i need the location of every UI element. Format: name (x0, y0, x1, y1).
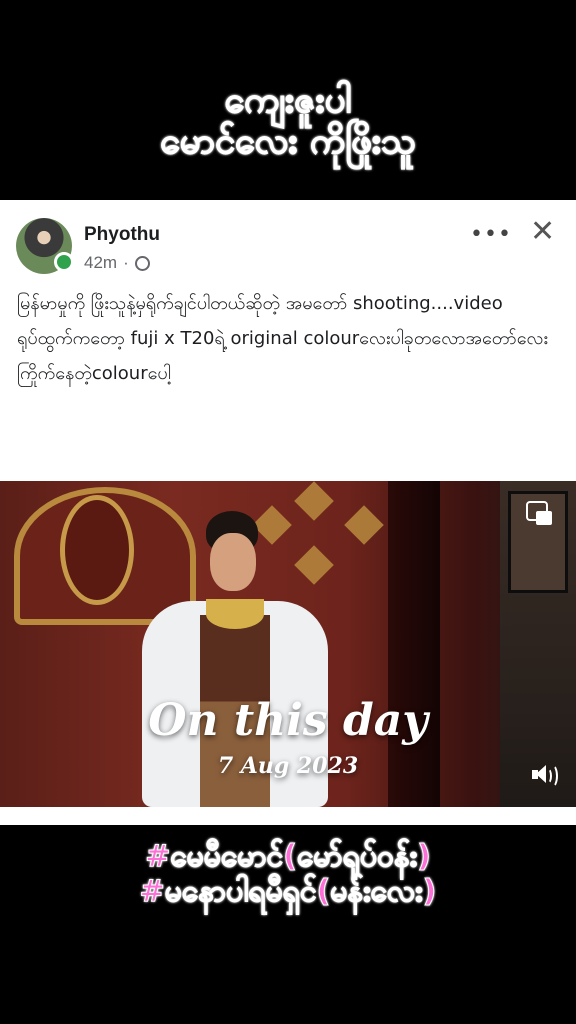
post-footer-strip (0, 807, 576, 825)
top-caption-line1: ကျေးဇူးပါ (224, 79, 352, 121)
avatar[interactable] (16, 218, 74, 274)
globe-icon (134, 255, 150, 271)
bottom-caption-line2: #မနောပါရမီရှင်(မန်းလေး) (139, 873, 437, 909)
post-author[interactable]: Phyothu (84, 224, 160, 246)
on-this-day-date: 7 Aug 2023 (217, 753, 359, 779)
ornate-mirror (60, 495, 134, 605)
on-this-day-title: On this day (148, 695, 428, 746)
top-caption-line2: မောင်လေး ကိုဖြိုးသူ (160, 121, 417, 163)
video-player[interactable]: On this day 7 Aug 2023 (0, 481, 576, 807)
picture-in-picture-icon[interactable] (526, 501, 554, 527)
online-status-dot (54, 252, 74, 272)
speaker-icon[interactable] (532, 763, 558, 788)
wall-ornament (344, 505, 384, 545)
bottom-caption: #မေမီမောင်(မော်ရုပ်ဝန်း) #မနောပါရမီရှင်(… (0, 839, 576, 909)
post-meta: 42m · (84, 253, 150, 273)
top-caption: ကျေးဇူးပါ မောင်လေး ကိုဖြိုးသူ (0, 79, 576, 163)
post-time[interactable]: 42m (84, 253, 117, 273)
close-button[interactable]: ✕ (530, 214, 555, 249)
more-options-button[interactable]: ••• (470, 222, 512, 247)
post-text: မြန်မာမှုကို ဖြိုးသူနဲ့မှရိုက်ချင်ပါတယ်ဆ… (17, 293, 548, 384)
face (210, 533, 256, 591)
meta-separator: · (123, 253, 129, 272)
necklace (206, 599, 264, 629)
post-card: Phyothu 42m · ••• ✕ မြန်မာမှုကို ဖြိုးသူ… (0, 200, 576, 482)
bottom-caption-line1: #မေမီမောင်(မော်ရုပ်ဝန်း) (145, 839, 432, 874)
